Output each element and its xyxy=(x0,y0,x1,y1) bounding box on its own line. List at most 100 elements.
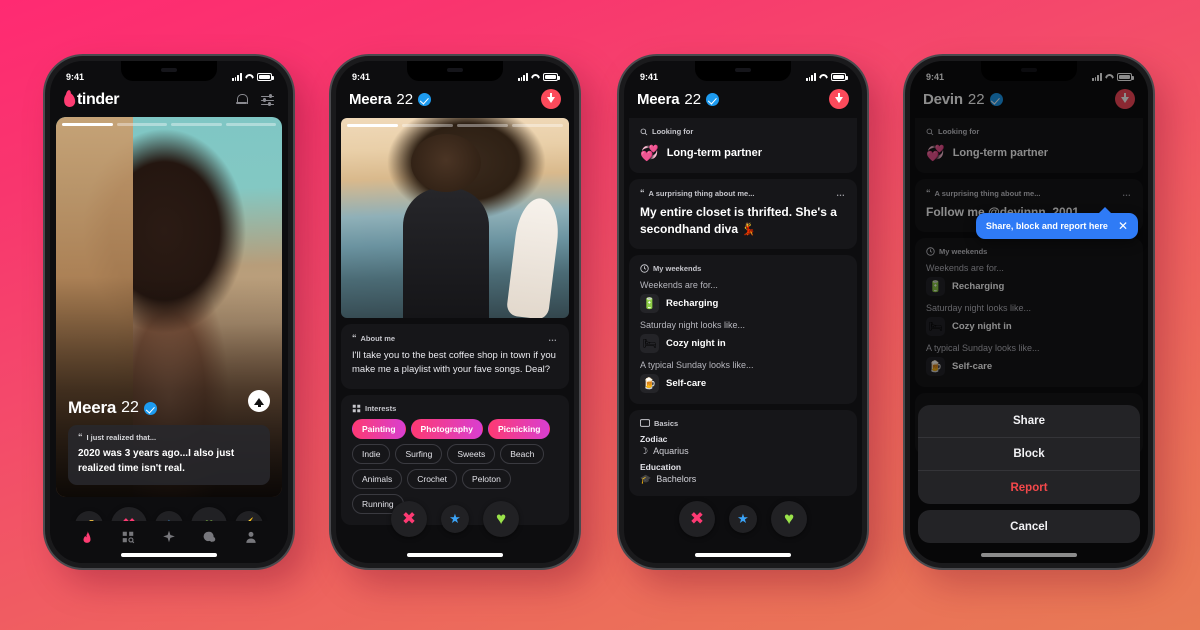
interests-header: Interests xyxy=(352,404,558,413)
cellular-icon xyxy=(805,73,816,81)
progress-seg[interactable] xyxy=(225,123,276,126)
share-button[interactable]: Share xyxy=(918,405,1140,438)
quote-icon: “ xyxy=(352,332,357,343)
about-me-text: I'll take you to the best coffee shop in… xyxy=(352,350,556,376)
interest-tag[interactable]: Crochet xyxy=(407,468,457,489)
progress-seg[interactable] xyxy=(116,123,167,126)
cancel-button[interactable]: Cancel xyxy=(918,510,1140,543)
weekends-header: My weekends xyxy=(640,264,846,273)
brand-label: tinder xyxy=(77,91,120,108)
prompt-label: I just realized that... xyxy=(86,433,157,442)
progress-seg[interactable] xyxy=(171,123,222,126)
wifi-icon xyxy=(245,74,254,81)
interest-tag[interactable]: Sweets xyxy=(447,443,496,464)
verified-badge-icon xyxy=(418,92,432,106)
wifi-icon xyxy=(819,74,828,81)
profile-name: Meera xyxy=(637,90,680,108)
interest-tag[interactable]: Animals xyxy=(352,468,403,489)
status-icons xyxy=(805,73,848,81)
download-arrow-icon[interactable] xyxy=(829,89,849,109)
phone-1-screen: 9:41 tinder Meera 22 “ I just realized t… xyxy=(50,61,288,563)
action-sheet: Share Block Report Cancel xyxy=(918,405,1140,543)
search-icon xyxy=(640,128,648,135)
filter-sliders-icon[interactable] xyxy=(261,94,274,106)
profile-photo[interactable] xyxy=(341,118,569,318)
download-arrow-icon[interactable] xyxy=(541,89,561,109)
phone-2-screen: 9:41 Meera 22 “ About me … I'll take you… xyxy=(336,61,574,563)
basics-value-row: 🎓 Bachelors xyxy=(640,474,846,485)
progress-seg[interactable] xyxy=(512,124,563,127)
interest-tag[interactable]: Peloton xyxy=(462,468,511,489)
swipe-card[interactable]: Meera 22 “ I just realized that... 2020 … xyxy=(56,117,282,497)
status-time: 9:41 xyxy=(352,72,371,82)
profile-name-row: Meera 22 xyxy=(637,90,720,108)
profile-name: Meera xyxy=(349,90,392,108)
more-dots-icon[interactable]: … xyxy=(836,188,846,198)
close-x-icon[interactable]: ✕ xyxy=(1118,220,1128,232)
sparkle-icon[interactable] xyxy=(162,530,176,544)
profile-header: Meera 22 xyxy=(336,87,574,118)
about-me-header: “ About me … xyxy=(352,333,558,343)
tinder-logo[interactable]: tinder xyxy=(63,91,120,109)
block-button[interactable]: Block xyxy=(918,438,1140,471)
hearts-emoji-icon: 💞 xyxy=(640,145,659,162)
weekends-section: My weekends Weekends are for... 🔋 Rechar… xyxy=(629,254,857,404)
surprising-header: “ A surprising thing about me... … xyxy=(640,188,846,198)
progress-seg[interactable] xyxy=(347,124,398,127)
interest-tag[interactable]: Picnicking xyxy=(487,418,551,439)
person-icon[interactable] xyxy=(244,530,258,544)
looking-for-label: Looking for xyxy=(652,127,694,136)
header-icons xyxy=(236,94,274,106)
like-button[interactable]: ♥ xyxy=(771,501,807,537)
report-button[interactable]: Report xyxy=(918,471,1140,504)
chat-bubble-icon[interactable] xyxy=(203,530,217,544)
cellular-icon xyxy=(231,73,242,81)
interest-tag[interactable]: Painting xyxy=(352,418,406,439)
card-icon xyxy=(640,419,650,427)
interests-grid-icon xyxy=(352,404,361,412)
photo-progress[interactable] xyxy=(347,124,563,127)
nope-button[interactable]: ✖ xyxy=(391,501,427,537)
interest-tag[interactable]: Surfing xyxy=(395,443,443,464)
looking-for-value-row: 💞 Long-term partner xyxy=(640,142,846,162)
card-prompt: “ I just realized that... 2020 was 3 yea… xyxy=(68,425,270,485)
progress-seg[interactable] xyxy=(62,123,113,126)
more-dots-icon[interactable]: … xyxy=(548,333,558,343)
basics-label: Basics xyxy=(654,418,679,428)
weekends-answer: Recharging xyxy=(666,297,719,309)
verified-badge-icon xyxy=(143,401,157,415)
status-time: 9:41 xyxy=(640,72,659,82)
interest-tag[interactable]: Beach xyxy=(500,443,545,464)
nope-button[interactable]: ✖ xyxy=(679,501,715,537)
verified-badge-icon xyxy=(706,92,720,106)
interests-label: Interests xyxy=(365,403,397,413)
flame-icon[interactable] xyxy=(80,530,94,544)
progress-seg[interactable] xyxy=(457,124,508,127)
superlike-button[interactable]: ★ xyxy=(729,505,757,533)
interest-tag[interactable]: Indie xyxy=(352,443,391,464)
basics-section: Basics Zodiac ☽ Aquarius Education 🎓 Bac… xyxy=(629,409,857,496)
weekends-answer-row: 🍺 Self-care xyxy=(640,373,846,393)
bed-emoji-icon: 🛏 xyxy=(640,333,659,353)
superlike-button[interactable]: ★ xyxy=(441,505,469,533)
battery-icon xyxy=(543,73,560,81)
poster-stage: 9:41 tinder Meera 22 “ I just realized t… xyxy=(0,0,1200,630)
progress-seg[interactable] xyxy=(402,124,453,127)
interest-tag[interactable]: Photography xyxy=(410,418,483,439)
flame-logo-icon xyxy=(63,92,76,108)
notifications-bell-icon[interactable] xyxy=(236,94,248,106)
surprising-text: My entire closet is thrifted. She's a se… xyxy=(640,205,837,236)
profile-name-row: Meera 22 xyxy=(349,90,432,108)
notch xyxy=(121,61,217,81)
battery-emoji-icon: 🔋 xyxy=(640,293,659,313)
clock-icon xyxy=(640,263,649,273)
expand-up-arrow-icon[interactable] xyxy=(248,390,270,412)
explore-grid-icon[interactable] xyxy=(121,530,135,544)
profile-age: 22 xyxy=(396,90,414,108)
looking-for-header: Looking for xyxy=(640,127,846,136)
card-name: Meera xyxy=(68,398,117,417)
like-button[interactable]: ♥ xyxy=(483,501,519,537)
prompt-label-row: “ I just realized that... xyxy=(78,433,260,443)
photo-progress[interactable] xyxy=(62,123,276,126)
home-indicator xyxy=(407,553,503,557)
